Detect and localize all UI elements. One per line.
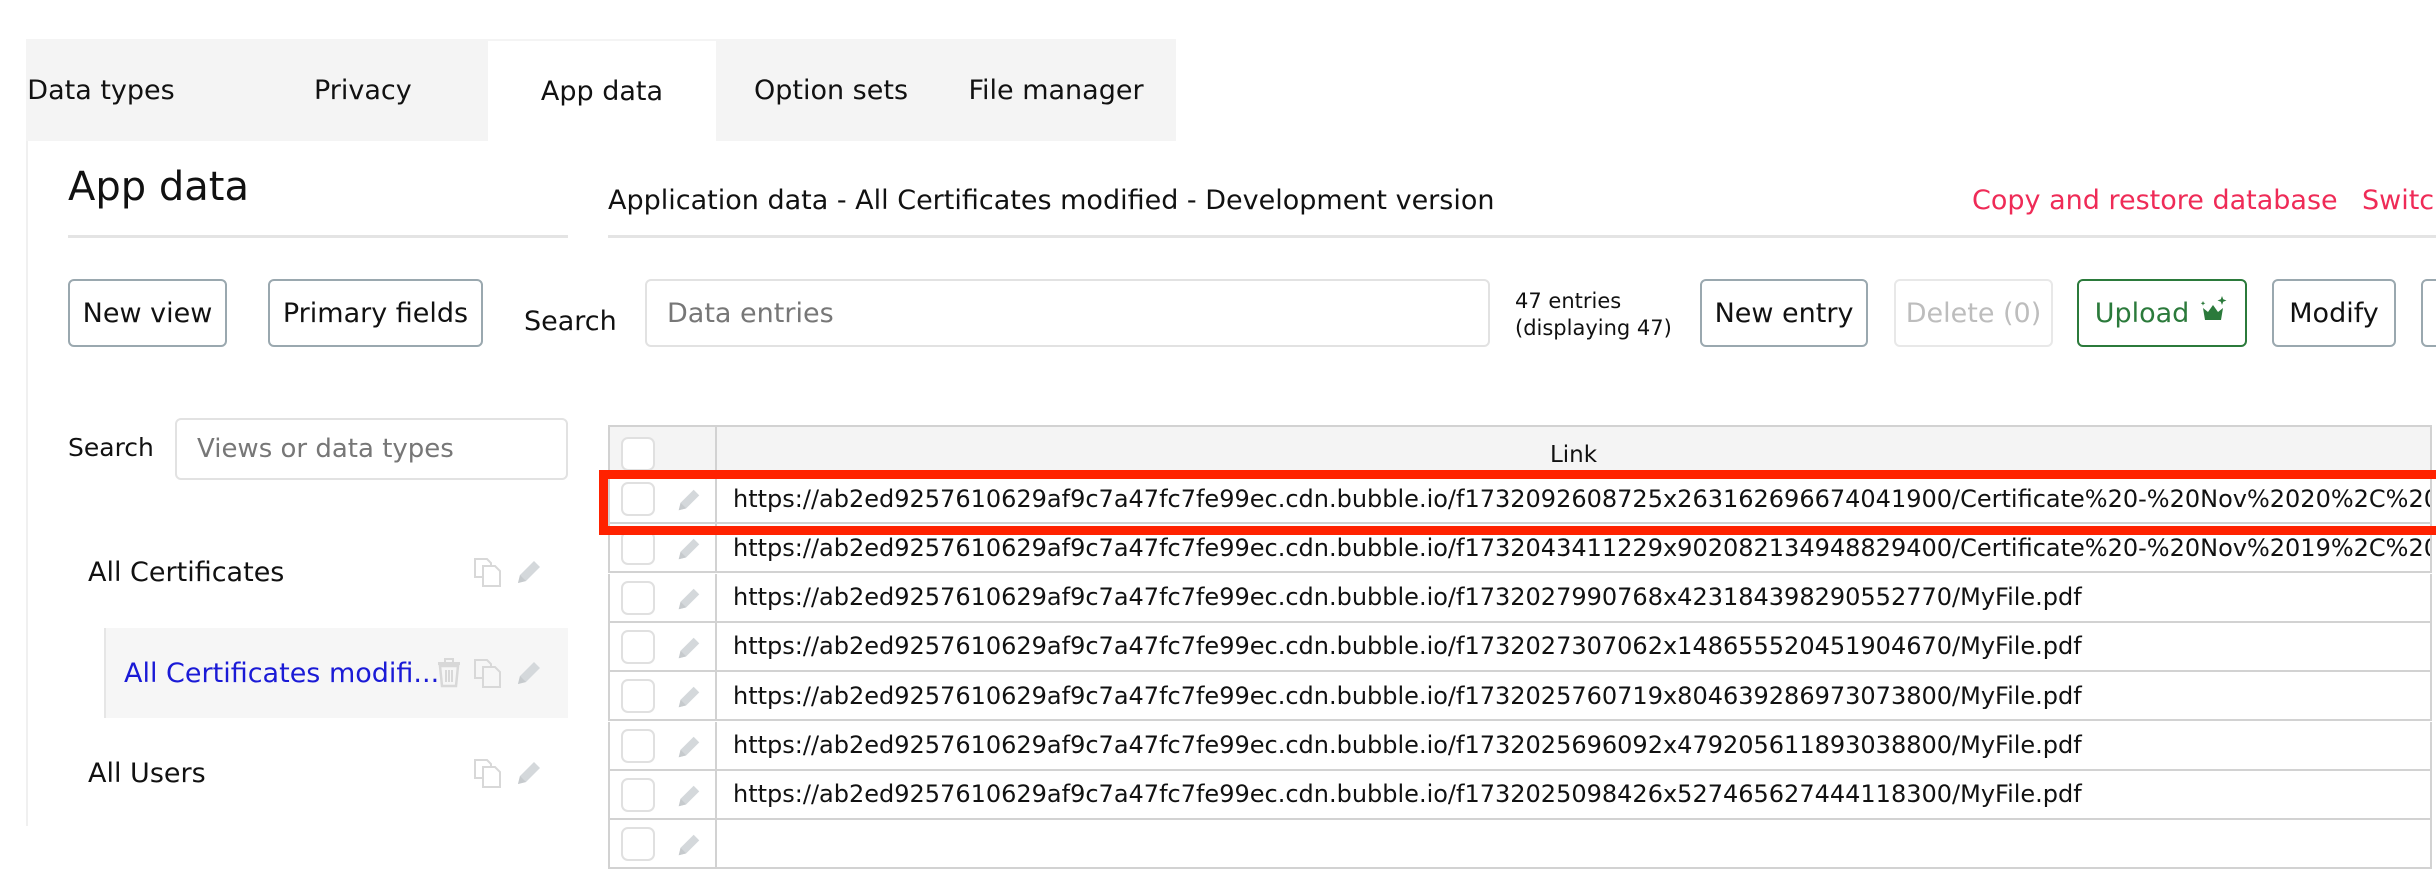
pencil-icon[interactable] [675,683,703,715]
table-header-row: Link [608,425,2432,475]
link-cell[interactable]: https://ab2ed9257610629af9c7a47fc7fe99ec… [717,770,2432,818]
data-table: Link https://ab2ed9257610629af9c7a47fc7f… [608,425,2432,869]
data-view-title: Application data - All Certificates modi… [608,185,1495,216]
pencil-icon[interactable] [675,486,703,518]
view-item-label: All Users [88,757,206,789]
table-row[interactable]: https://ab2ed9257610629af9c7a47fc7fe99ec… [608,770,2432,820]
link-cell[interactable] [717,820,2432,868]
tab-privacy[interactable]: Privacy [176,39,488,141]
views-search-label: Search [68,433,154,462]
tab-app-data[interactable]: App data [488,41,716,141]
view-item[interactable]: All Certificates [68,532,568,612]
row-checkbox[interactable] [621,482,655,516]
row-checkbox[interactable] [621,629,655,664]
row-checkbox[interactable] [621,679,655,714]
trash-icon[interactable] [436,657,462,689]
view-item-label: All Certificates modifi... [124,657,440,689]
row-controls [608,573,717,621]
table-row[interactable]: https://ab2ed9257610629af9c7a47fc7fe99ec… [608,475,2432,524]
primary-fields-button[interactable]: Primary fields [268,279,483,347]
tab-data-types[interactable]: Data types [26,39,176,141]
tab-bar: Data types Privacy App data Option sets … [26,39,1176,141]
entries-displaying: (displaying 47) [1515,316,1672,340]
table-row[interactable]: https://ab2ed9257610629af9c7a47fc7fe99ec… [608,622,2432,672]
copy-icon[interactable] [472,756,504,790]
toolbar-button-cutoff[interactable] [2421,279,2436,347]
table-row[interactable] [608,820,2432,869]
select-all-checkbox[interactable] [621,437,655,471]
pencil-icon[interactable] [675,733,703,765]
link-cell[interactable]: https://ab2ed9257610629af9c7a47fc7fe99ec… [717,622,2432,670]
select-column-header [608,427,717,473]
copy-icon[interactable] [472,656,504,690]
pencil-icon[interactable] [675,634,703,666]
pencil-icon[interactable] [514,557,544,587]
panel-border [26,141,28,826]
row-controls [608,820,717,868]
pencil-icon[interactable] [675,585,703,617]
view-item[interactable]: All Users [68,733,568,813]
row-controls [608,475,717,522]
pencil-icon[interactable] [675,535,703,567]
delete-button[interactable]: Delete (0) [1894,279,2053,347]
row-controls [608,721,717,769]
upload-button[interactable]: Upload [2077,279,2247,347]
page-title: App data [68,164,249,210]
copy-restore-database-link[interactable]: Copy and restore database [1972,185,2338,216]
row-controls [608,770,717,818]
upload-label: Upload [2094,297,2190,329]
divider [608,235,2436,238]
row-controls [608,524,717,572]
pencil-icon[interactable] [514,658,544,688]
link-cell[interactable]: https://ab2ed9257610629af9c7a47fc7fe99ec… [717,475,2432,522]
row-checkbox[interactable] [621,728,655,763]
row-checkbox[interactable] [621,580,655,615]
table-row[interactable]: https://ab2ed9257610629af9c7a47fc7fe99ec… [608,573,2432,623]
data-search-label: Search [524,306,617,337]
pencil-icon[interactable] [675,831,703,863]
row-controls [608,672,717,720]
table-row[interactable]: https://ab2ed9257610629af9c7a47fc7fe99ec… [608,721,2432,771]
link-cell[interactable]: https://ab2ed9257610629af9c7a47fc7fe99ec… [717,524,2432,572]
column-header-link[interactable]: Link [717,427,2432,473]
new-entry-button[interactable]: New entry [1700,279,1868,347]
entries-total: 47 entries [1515,289,1622,313]
row-controls [608,622,717,670]
data-entries-search-input[interactable]: Data entries [645,279,1490,347]
modify-button[interactable]: Modify [2272,279,2396,347]
divider [68,235,568,238]
view-item-selected[interactable]: All Certificates modifi... [104,628,568,718]
pencil-icon[interactable] [675,782,703,814]
row-checkbox[interactable] [621,777,655,812]
table-row[interactable]: https://ab2ed9257610629af9c7a47fc7fe99ec… [608,524,2432,574]
views-search-input[interactable]: Views or data types [175,418,568,480]
copy-icon[interactable] [472,555,504,589]
link-cell[interactable]: https://ab2ed9257610629af9c7a47fc7fe99ec… [717,573,2432,621]
pencil-icon[interactable] [514,758,544,788]
table-row[interactable]: https://ab2ed9257610629af9c7a47fc7fe99ec… [608,672,2432,722]
crown-sparkle-icon [2199,295,2229,332]
new-view-button[interactable]: New view [68,279,227,347]
view-item-label: All Certificates [88,556,285,588]
tab-file-manager[interactable]: File manager [946,39,1166,141]
row-checkbox[interactable] [621,531,655,566]
switch-link[interactable]: Switch [2362,185,2436,216]
link-cell[interactable]: https://ab2ed9257610629af9c7a47fc7fe99ec… [717,672,2432,720]
link-cell[interactable]: https://ab2ed9257610629af9c7a47fc7fe99ec… [717,721,2432,769]
entries-count: 47 entries (displaying 47) [1515,288,1672,342]
tab-option-sets[interactable]: Option sets [716,39,946,141]
row-checkbox[interactable] [621,827,655,862]
